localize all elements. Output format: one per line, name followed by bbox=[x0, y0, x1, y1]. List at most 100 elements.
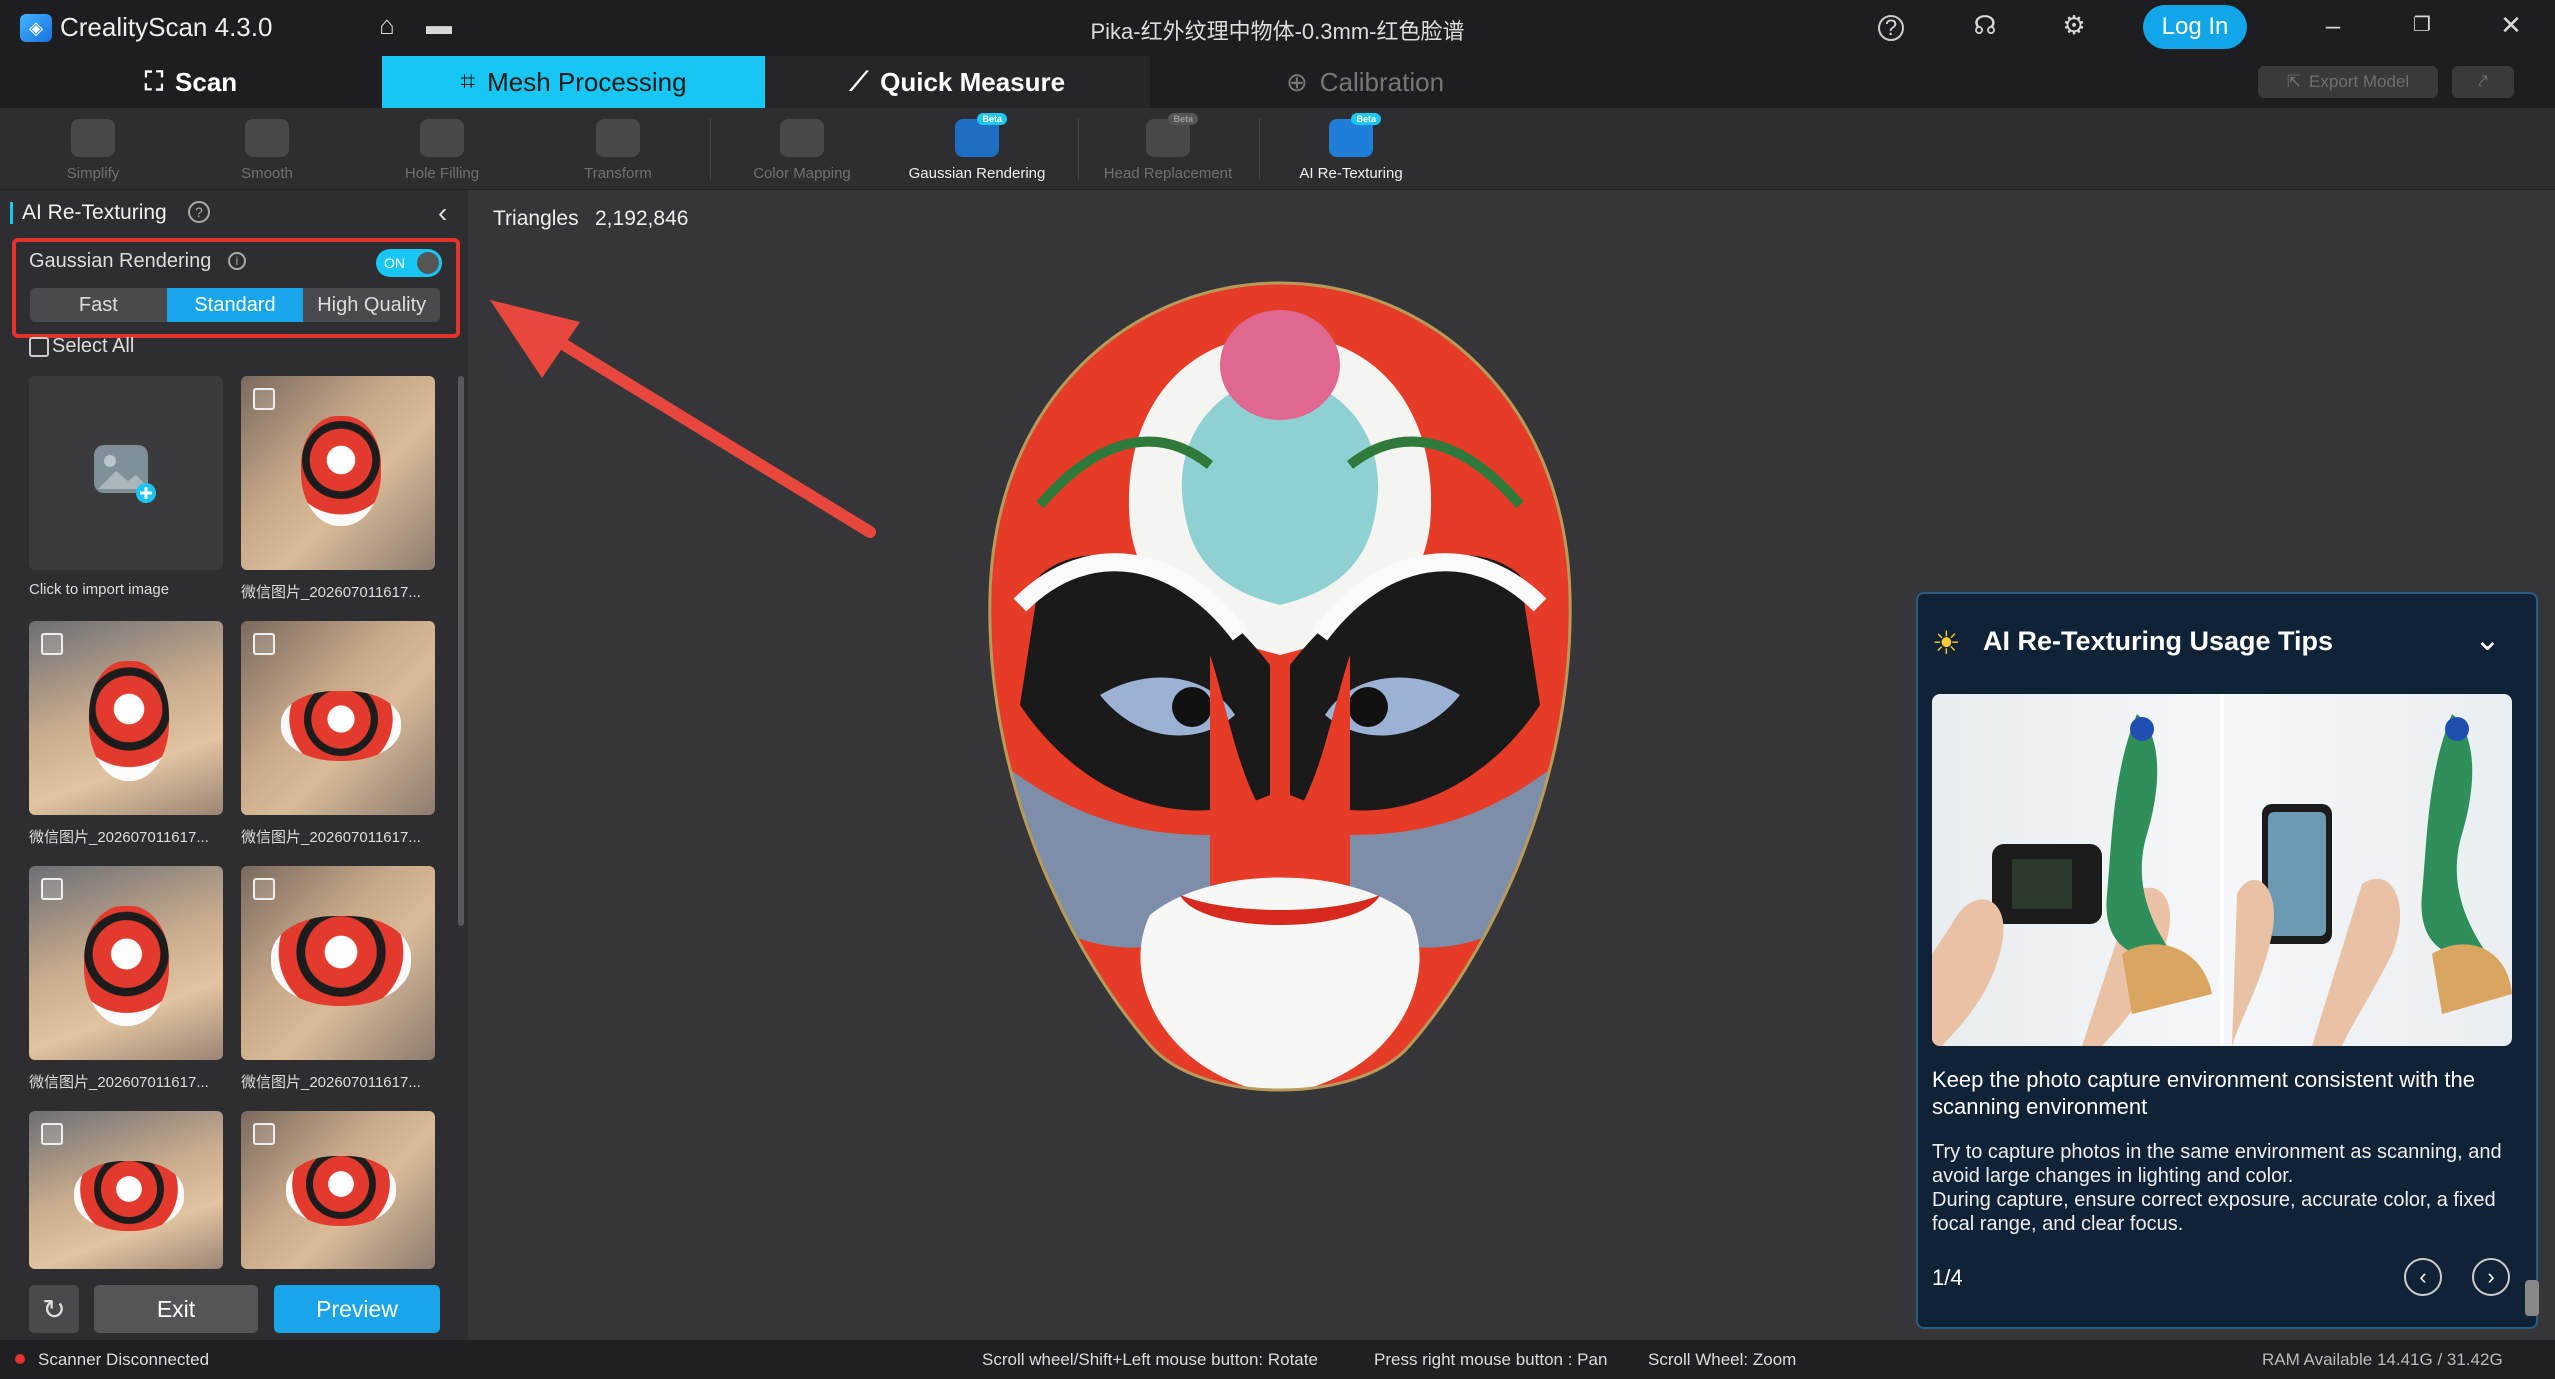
import-caption: Click to import image bbox=[29, 581, 170, 598]
status-dot-icon bbox=[15, 1354, 25, 1364]
mask-model[interactable] bbox=[980, 275, 1580, 1125]
gear-icon[interactable]: ⚙ bbox=[2057, 11, 2091, 45]
panel-scrollbar[interactable] bbox=[458, 376, 464, 926]
tab-quick-measure[interactable]: ⟋ Quick Measure bbox=[765, 56, 1150, 108]
tips-heading: Keep the photo capture environment consi… bbox=[1932, 1067, 2476, 1119]
photo-thumb[interactable] bbox=[29, 866, 223, 1060]
photo-checkbox[interactable] bbox=[253, 633, 275, 655]
select-all-checkbox[interactable] bbox=[29, 337, 49, 357]
tab-scan[interactable]: ⛶ Scan bbox=[0, 56, 382, 108]
tips-prev-button[interactable]: ‹ bbox=[2404, 1258, 2442, 1296]
tips-title: AI Re-Texturing Usage Tips bbox=[1983, 626, 2334, 656]
toggle-knob bbox=[417, 252, 439, 274]
photo-thumb[interactable] bbox=[29, 1111, 223, 1269]
collapse-chevron-icon[interactable]: ‹ bbox=[438, 197, 447, 229]
photo-checkbox[interactable] bbox=[41, 1123, 63, 1145]
tool-smooth[interactable]: Smooth bbox=[192, 108, 342, 190]
tool-gaussian-rendering[interactable]: Beta Gaussian Rendering bbox=[902, 108, 1052, 190]
triangles-label: Triangles bbox=[493, 207, 579, 230]
panel-title: AI Re-Texturing bbox=[22, 201, 167, 224]
chevron-down-icon[interactable]: ⌄ bbox=[2474, 620, 2501, 658]
photo-caption: 微信图片_202607011617... bbox=[29, 829, 209, 846]
share-button[interactable]: ⤤ bbox=[2452, 66, 2514, 98]
refresh-button[interactable]: ↻ bbox=[29, 1285, 79, 1333]
login-button[interactable]: Log In bbox=[2143, 5, 2247, 49]
tab-mesh-processing[interactable]: ⌗ Mesh Processing bbox=[382, 56, 765, 108]
photo-checkbox[interactable] bbox=[253, 388, 275, 410]
refresh-icon: ↻ bbox=[42, 1293, 66, 1325]
tool-head-replacement[interactable]: Beta Head Replacement bbox=[1093, 108, 1243, 190]
tool-separator bbox=[1078, 118, 1079, 180]
mask-photo bbox=[301, 416, 381, 526]
help-icon[interactable]: ? bbox=[188, 201, 210, 223]
tool-ai-re-texturing[interactable]: Beta AI Re-Texturing bbox=[1276, 108, 1426, 190]
mask-photo bbox=[89, 661, 169, 781]
tool-simplify[interactable]: Simplify bbox=[18, 108, 168, 190]
photo-checkbox[interactable] bbox=[253, 878, 275, 900]
tool-transform[interactable]: Transform bbox=[543, 108, 693, 190]
help-icon[interactable]: ? bbox=[1878, 15, 1904, 41]
export-icon: ⇱ bbox=[2286, 72, 2302, 91]
hole-filling-icon bbox=[420, 119, 464, 157]
triangles-count: 2,192,846 bbox=[595, 207, 689, 230]
tips-page-indicator: 1/4 bbox=[1932, 1265, 1963, 1290]
tool-color-mapping[interactable]: Color Mapping bbox=[727, 108, 877, 190]
scanner-status: Scanner Disconnected bbox=[38, 1350, 210, 1369]
photo-caption: 微信图片_202607011617... bbox=[29, 1074, 209, 1091]
app-name: CrealityScan 4.3.0 bbox=[60, 12, 273, 42]
export-model-button[interactable]: ⇱ Export Model bbox=[2258, 66, 2438, 98]
preview-button[interactable]: Preview bbox=[274, 1285, 440, 1333]
photo-checkbox[interactable] bbox=[41, 633, 63, 655]
tab-calibration[interactable]: ⊕ Calibration bbox=[1150, 56, 1580, 108]
hint-rotate: Scroll wheel/Shift+Left mouse button: Ro… bbox=[982, 1350, 1318, 1369]
palette-icon bbox=[780, 119, 824, 157]
mode-fast[interactable]: Fast bbox=[30, 288, 167, 322]
gaussian-toggle[interactable]: ON bbox=[376, 249, 442, 277]
simplify-icon bbox=[71, 119, 115, 157]
tips-side-handle[interactable] bbox=[2525, 1280, 2539, 1316]
hint-zoom: Scroll Wheel: Zoom bbox=[1648, 1350, 1797, 1369]
mesh-crop-icon: ⌗ bbox=[460, 66, 476, 96]
chevron-right-icon: › bbox=[2487, 1264, 2495, 1289]
mask-photo bbox=[84, 906, 169, 1026]
app-logo-icon: ◈ bbox=[20, 14, 52, 42]
chevron-left-icon: ‹ bbox=[2419, 1264, 2427, 1289]
photo-thumb[interactable] bbox=[241, 376, 435, 570]
folder-icon[interactable]: ▬ bbox=[422, 11, 456, 45]
photo-checkbox[interactable] bbox=[41, 878, 63, 900]
transform-icon bbox=[596, 119, 640, 157]
select-all-label: Select All bbox=[52, 335, 135, 357]
mask-photo bbox=[281, 691, 401, 761]
gaussian-dots-icon: Beta bbox=[955, 113, 1007, 157]
quality-mode-selector: Fast Standard High Quality bbox=[30, 288, 440, 322]
exit-button[interactable]: Exit bbox=[94, 1285, 258, 1333]
lightbulb-icon: ☀ bbox=[1932, 625, 1961, 661]
photo-caption: 微信图片_202607011617... bbox=[241, 829, 421, 846]
ruler-icon: ⟋ bbox=[849, 66, 869, 96]
photo-thumb[interactable] bbox=[241, 621, 435, 815]
gaussian-rendering-label: Gaussian Rendering bbox=[29, 250, 212, 272]
scan-frame-icon: ⛶ bbox=[144, 66, 164, 96]
photo-checkbox[interactable] bbox=[253, 1123, 275, 1145]
annotation-arrow bbox=[490, 300, 876, 538]
head-replace-icon: Beta bbox=[1146, 113, 1198, 157]
photo-thumb[interactable] bbox=[241, 1111, 435, 1269]
photo-thumb[interactable] bbox=[29, 621, 223, 815]
mode-standard[interactable]: Standard bbox=[166, 288, 304, 322]
restore-icon[interactable]: ❐ bbox=[2405, 11, 2439, 45]
photo-thumb[interactable] bbox=[241, 866, 435, 1060]
tips-next-button[interactable]: › bbox=[2472, 1258, 2510, 1296]
mask-photo bbox=[74, 1161, 184, 1231]
close-icon[interactable]: ✕ bbox=[2494, 11, 2528, 45]
mode-high-quality[interactable]: High Quality bbox=[303, 288, 440, 322]
add-image-icon bbox=[94, 445, 156, 503]
panel-title-accent bbox=[10, 202, 13, 224]
info-icon[interactable]: i bbox=[228, 252, 246, 270]
headset-icon[interactable]: ☊ bbox=[1968, 11, 2002, 45]
ram-indicator: RAM Available 14.41G / 31.42G bbox=[2262, 1350, 2503, 1369]
home-icon[interactable]: ⌂ bbox=[370, 11, 404, 45]
tool-hole-filling[interactable]: Hole Filling bbox=[367, 108, 517, 190]
minimize-icon[interactable]: – bbox=[2316, 11, 2350, 45]
ai-texture-icon: Beta bbox=[1329, 113, 1381, 157]
import-image-tile[interactable] bbox=[29, 376, 223, 570]
